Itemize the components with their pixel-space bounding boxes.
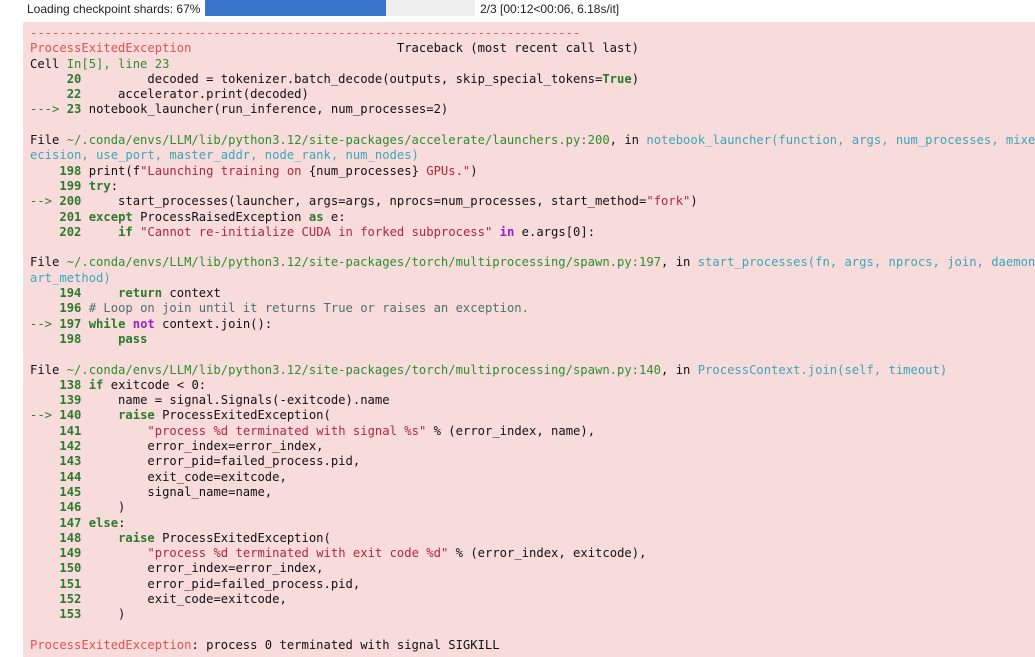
- traceback-text[interactable]: ----------------------------------------…: [30, 26, 1035, 653]
- code-line: 22 accelerator.print(decoded): [66, 87, 309, 102]
- code-line: --> 197 while not context.join():: [30, 316, 273, 331]
- code-line: ---> 23 notebook_launcher(run_inference,…: [30, 102, 449, 117]
- code-line: 145 signal_name=name,: [59, 484, 273, 499]
- code-line: 149 "process %d terminated with exit cod…: [59, 546, 647, 561]
- code-line: 152 exit_code=exitcode,: [59, 591, 287, 606]
- code-line: 196 # Loop on join until it returns True…: [59, 301, 529, 316]
- progress-stats: 2/3 [00:12<00:06, 6.18s/it]: [480, 2, 620, 16]
- cell-location: Cell In[5], line 23: [30, 56, 170, 71]
- code-line: 138 if exitcode < 0:: [59, 377, 207, 392]
- code-line: 151 error_pid=failed_process.pid,: [59, 576, 361, 591]
- code-line: 139 name = signal.Signals(-exitcode).nam…: [59, 393, 390, 408]
- progress-bar: [205, 0, 475, 16]
- code-line: 142 error_index=error_index,: [59, 439, 324, 454]
- frame-location-cont: ecision, use_port, master_addr, node_ran…: [30, 148, 419, 163]
- code-line: 202 if "Cannot re-initialize CUDA in for…: [59, 224, 596, 239]
- code-line: 148 raise ProcessExitedException(: [59, 530, 331, 545]
- code-line: 199 try:: [59, 178, 119, 193]
- code-line: 201 except ProcessRaisedException as e:: [59, 209, 346, 224]
- code-line: 194 return context: [59, 286, 221, 301]
- code-line: 143 error_pid=failed_process.pid,: [59, 454, 361, 469]
- traceback-header: ProcessExitedException Traceback (most r…: [30, 41, 640, 56]
- code-line: --> 140 raise ProcessExitedException(: [30, 408, 331, 423]
- code-line: --> 200 start_processes(launcher, args=a…: [30, 194, 698, 209]
- progress-bar-fill: [205, 0, 386, 16]
- frame-location: File ~/.conda/envs/LLM/lib/python3.12/si…: [30, 255, 1035, 270]
- code-line: 153 ): [59, 607, 126, 622]
- traceback-output[interactable]: ----------------------------------------…: [23, 22, 1035, 657]
- code-line: 147 else:: [59, 515, 126, 530]
- frame-location: File ~/.conda/envs/LLM/lib/python3.12/si…: [30, 133, 1035, 148]
- traceback-divider: ----------------------------------------…: [30, 26, 581, 40]
- code-line: 198 print(f"Launching training on {num_p…: [59, 163, 478, 178]
- progress-row: Loading checkpoint shards: 67% 2/3 [00:1…: [0, 0, 1035, 18]
- code-line: 198 pass: [59, 331, 148, 346]
- frame-location-cont: art_method): [30, 270, 111, 285]
- code-line: 20 decoded = tokenizer.batch_decode(outp…: [66, 71, 640, 86]
- progress-label: Loading checkpoint shards: 67%: [27, 2, 201, 16]
- code-line: 146 ): [59, 500, 126, 515]
- code-line: 150 error_index=error_index,: [59, 561, 324, 576]
- code-line: 144 exit_code=exitcode,: [59, 469, 287, 484]
- code-line: 141 "process %d terminated with signal %…: [59, 423, 596, 438]
- final-error: ProcessExitedException: process 0 termin…: [30, 637, 500, 652]
- frame-location: File ~/.conda/envs/LLM/lib/python3.12/si…: [30, 362, 948, 377]
